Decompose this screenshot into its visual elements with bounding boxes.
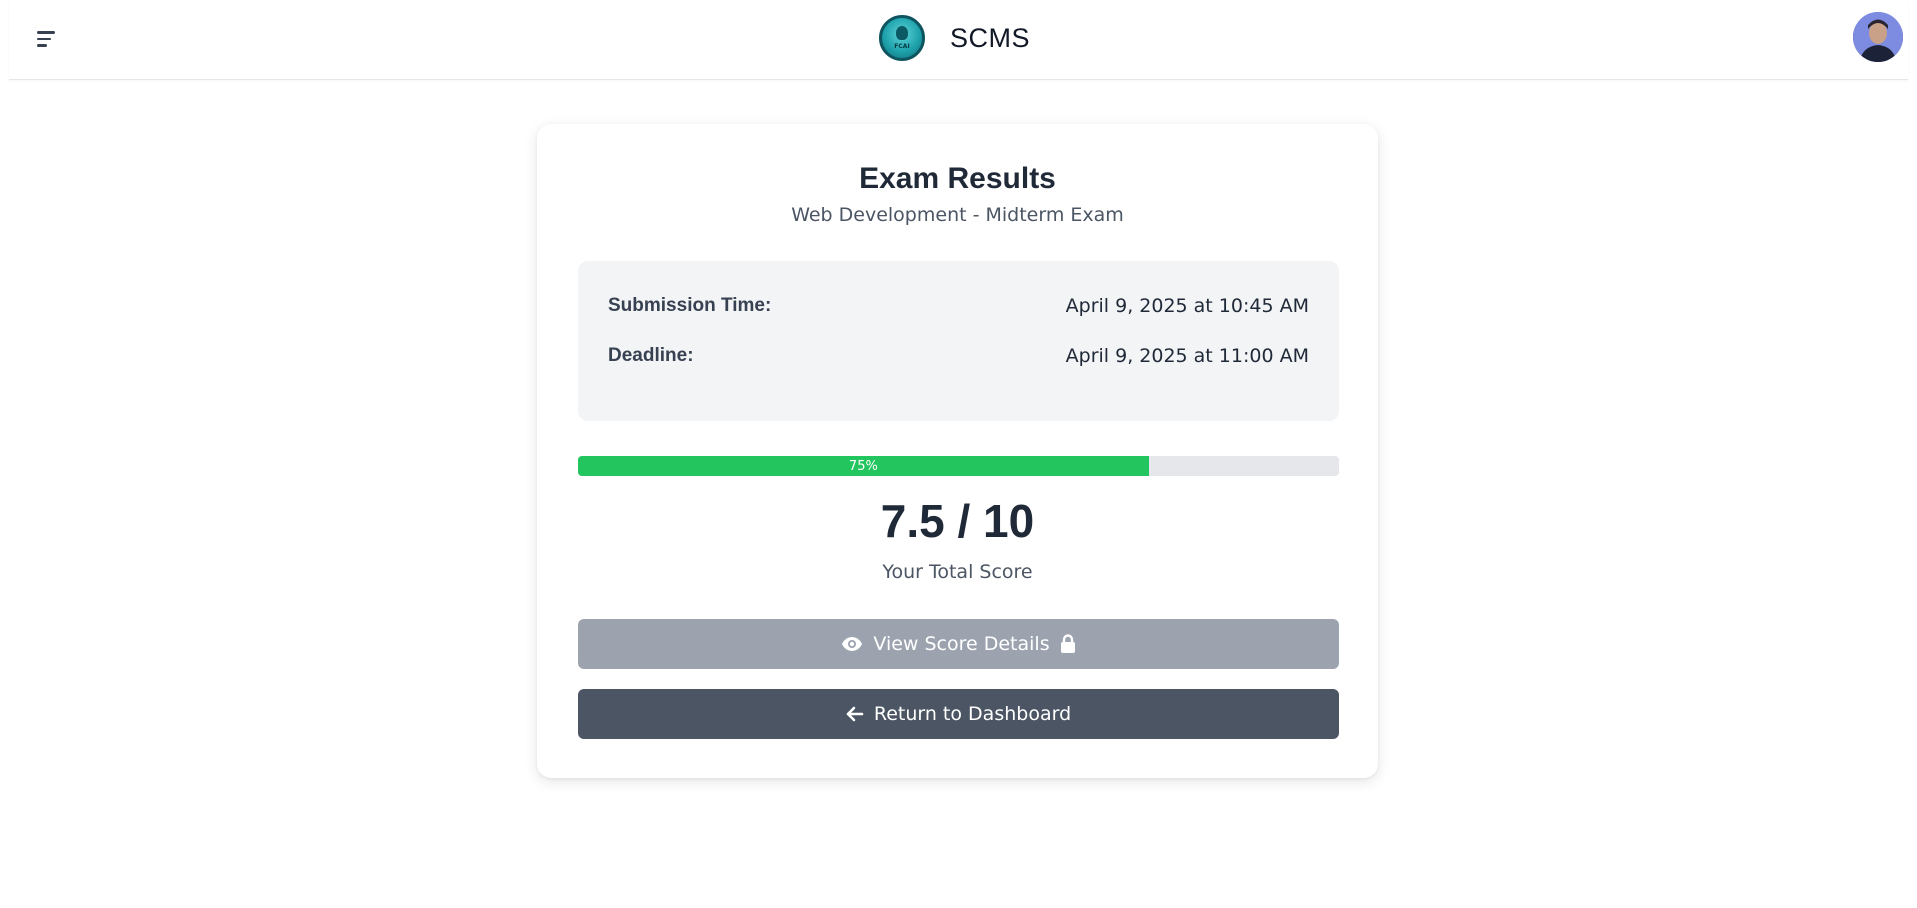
view-score-details-button[interactable]: View Score Details <box>578 619 1339 669</box>
return-to-dashboard-label: Return to Dashboard <box>873 703 1072 725</box>
eye-icon <box>841 636 863 652</box>
menu-icon-line <box>37 37 51 41</box>
submission-info-box: Submission Time: April 9, 2025 at 10:45 … <box>578 261 1339 421</box>
brand[interactable]: FCAI SCMS <box>879 13 1030 63</box>
score-progress-label: 75% <box>848 458 878 474</box>
menu-icon-line <box>37 44 47 47</box>
avatar-portrait <box>1853 12 1903 62</box>
submission-time-value: April 9, 2025 at 10:45 AM <box>1065 295 1309 317</box>
total-score: 7.5 / 10 <box>880 495 1035 547</box>
lock-icon <box>1060 634 1076 654</box>
exam-results-card: Exam Results Web Development - Midterm E… <box>537 124 1378 778</box>
exam-subtitle: Web Development - Midterm Exam <box>791 204 1124 226</box>
menu-icon[interactable] <box>37 26 65 52</box>
deadline-label: Deadline: <box>608 345 694 366</box>
deadline-value: April 9, 2025 at 11:00 AM <box>1065 345 1309 367</box>
page-title: Exam Results <box>859 162 1056 195</box>
submission-time-row: Submission Time: April 9, 2025 at 10:45 … <box>608 292 1309 320</box>
submission-time-label: Submission Time: <box>608 295 772 316</box>
return-to-dashboard-button[interactable]: Return to Dashboard <box>578 689 1339 739</box>
fcai-logo: FCAI <box>879 15 925 61</box>
brand-name: SCMS <box>950 22 1031 53</box>
logo-emblem <box>896 26 908 40</box>
deadline-row: Deadline: April 9, 2025 at 11:00 AM <box>608 342 1309 370</box>
logo-text: FCAI <box>894 43 910 50</box>
user-avatar[interactable] <box>1853 12 1903 62</box>
arrow-left-icon <box>846 706 864 722</box>
total-score-label: Your Total Score <box>882 561 1033 583</box>
menu-icon-line <box>37 31 55 34</box>
score-progress-fill: 75% <box>578 456 1149 476</box>
view-score-details-label: View Score Details <box>873 633 1050 655</box>
score-progress-bar: 75% <box>578 456 1339 476</box>
top-navbar: FCAI SCMS <box>9 0 1908 80</box>
